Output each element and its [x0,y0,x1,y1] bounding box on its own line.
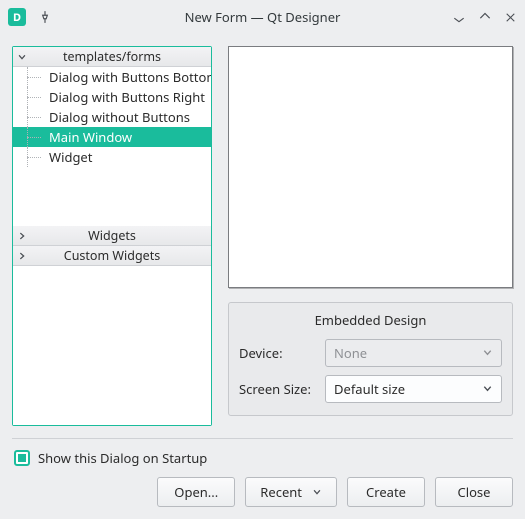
embedded-design-group: Embedded Design Device: None Screen Size… [228,302,513,416]
open-button[interactable]: Open... [157,477,235,507]
pin-icon[interactable] [38,10,52,24]
form-preview [228,46,513,288]
device-label: Device: [239,344,317,362]
chevron-down-icon [482,380,493,398]
recent-button[interactable]: Recent [245,477,337,507]
app-icon: D [8,8,26,26]
embedded-title: Embedded Design [239,311,502,329]
chevron-down-icon [312,483,322,501]
minimize-icon[interactable] [452,10,466,24]
window-title: New Form — Qt Designer [88,8,437,26]
tree-item-selected[interactable]: Main Window [13,127,211,147]
separator [12,438,513,439]
screen-size-value: Default size [334,380,405,398]
tree-item[interactable]: Dialog with Buttons Right [13,87,211,107]
tree-group-label: Custom Widgets [31,247,211,264]
tree-group-widgets[interactable]: Widgets [13,226,211,246]
close-icon[interactable] [504,11,517,24]
device-combo: None [325,339,502,367]
close-button[interactable]: Close [435,477,513,507]
screen-size-combo[interactable]: Default size [325,375,502,403]
tree-item[interactable]: Dialog with Buttons Bottom [13,67,211,87]
maximize-icon[interactable] [478,10,492,24]
tree-group-label: Widgets [31,227,211,244]
create-button[interactable]: Create [347,477,425,507]
show-on-startup-checkbox[interactable] [14,450,30,466]
show-on-startup-label: Show this Dialog on Startup [38,449,207,467]
device-value: None [334,344,367,362]
screen-size-label: Screen Size: [239,380,317,398]
check-icon [18,454,26,462]
chevron-down-icon [482,344,493,362]
chevron-down-icon [13,52,31,62]
tree-item[interactable]: Widget [13,147,211,167]
tree-group-custom-widgets[interactable]: Custom Widgets [13,246,211,266]
titlebar: D New Form — Qt Designer [0,0,525,34]
chevron-right-icon [13,251,31,261]
tree-item[interactable]: Dialog without Buttons [13,107,211,127]
templates-tree[interactable]: templates/forms Dialog with Buttons Bott… [12,46,212,426]
tree-group-templates[interactable]: templates/forms [13,47,211,67]
tree-group-label: templates/forms [31,48,211,65]
chevron-right-icon [13,231,31,241]
